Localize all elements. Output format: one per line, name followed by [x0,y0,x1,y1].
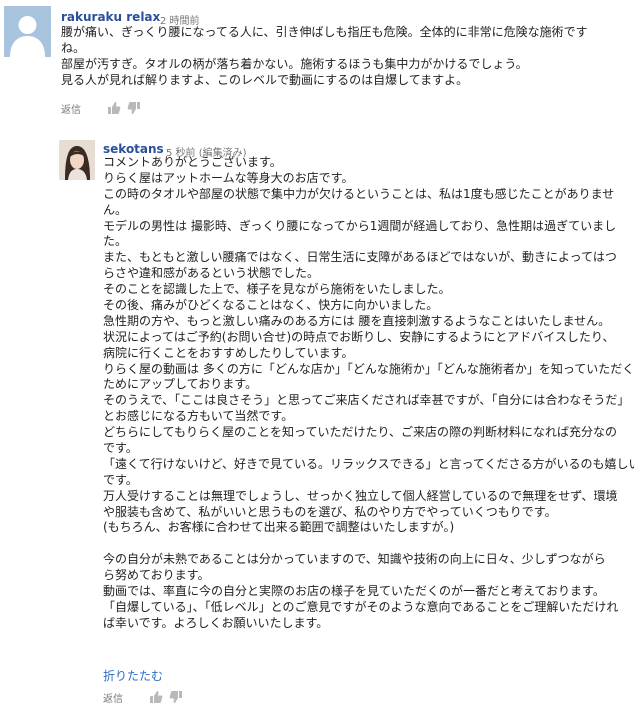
profile-photo-icon [59,140,95,180]
thumbs-up-icon[interactable] [107,101,121,115]
comment-line: モデルの男性は 撮影時、ぎっくり腰になってから1週間が経過しており、急性期は過ぎ… [103,218,617,233]
reply-button[interactable]: 返信 [61,101,81,116]
comment-line: この時のタオルや部屋の状態で集中力が欠けるということは、私は1度も感じたことがあ… [103,186,615,201]
comment-author[interactable]: rakuraku relax [61,10,160,24]
default-user-silhouette-icon [4,6,51,57]
comment-line: また、もともと激しい腰痛ではなく、日常生活に支障があるほどではないが、動きによっ… [103,250,617,265]
reply-button[interactable]: 返信 [103,690,123,705]
comment-line: 状況によってはご予約(お問い合せ)の時点でお断りし、安静にするようにとアドバイス… [103,329,615,344]
comment-line [103,536,634,552]
comment-line: た。 [103,234,128,249]
comment-line: (もちろん、お客様に合わせて出来る範囲で調整はいたしますが。) [103,520,455,535]
comment-line: りらく屋の動画は 多くの方に「どんな店か」「どんな施術か」「どんな施術者か」を知… [103,361,634,376]
comment-body: コメントありがとうございます。 りらく屋はアットホームな等身大のお店です。 この… [103,155,634,632]
user-avatar-icon[interactable] [4,6,51,57]
comment-line: ね。 [61,40,86,55]
comment-line: その後、痛みがひどくなることはなく、快方に向かいました。 [103,298,439,313]
comment-line: ら努めております。 [103,568,210,583]
comment-line: どちらにしてもりらく屋のことを知っていただけたり、ご来店の際の判断材料になれば充… [103,425,617,440]
comment-line: ためにアップしております。 [103,377,258,392]
comment-line: コメントありがとうございます。 [103,155,282,169]
comment-line: です。 [103,472,138,487]
comment-line: や服装も含めて、私がいいと思うものを選び、私のやり方でやっていくつもりです。 [103,504,557,519]
comment-line: ん。 [103,202,128,217]
comment-line: 「自爆している」、「低レベル」とのご意見ですがそのような意向であることをご理解い… [103,599,619,614]
user-avatar-icon[interactable] [59,140,95,180]
thumbs-down-icon[interactable] [169,690,183,704]
comment-body: 腰が痛い、ぎっくり腰になってる人に、引き伸ばしも指圧も危険。全体的に非常に危険な… [61,25,588,89]
comment-line: りらく屋はアットホームな等身大のお店です。 [103,170,354,185]
comment-line: 病院に行くことをおすすめしたりしています。 [103,345,354,360]
comment-line: 「遠くて行けないけど、好きで見ている。リラックスできる」と言ってくださる方がいる… [103,456,634,471]
comment-line: ば幸いです。よろしくお願いいたします。 [103,615,329,630]
comment-line: 急性期の方や、もっと激しい痛みのある方には 腰を直接刺激するようなことはいたしま… [103,313,611,328]
comment-line: とお感じになる方もいて当然です。 [103,409,294,424]
comment-line: らさや違和感があるという状態でした。 [103,266,320,281]
comment-line: そのことを認識した上で、様子を見ながら施術をいたしました。 [103,282,451,297]
thumbs-up-icon[interactable] [149,690,163,704]
comment-rakuraku: rakuraku relax 2 時間前 腰が痛い、ぎっくり腰になってる人に、引… [0,0,634,125]
comment-line: 部屋が汚すぎ。タオルの柄が落ち着かない。施術するほうも集中力がかけるでしょう。 [61,56,528,71]
comment-line: 万人受けすることは無理でしょうし、せっかく独立して個人経営しているので無理をせず… [103,488,618,503]
comment-line: 動画では、率直に今の自分と実際のお店の様子を見ていただくのが一番だと考えておりま… [103,584,605,599]
collapse-link[interactable]: 折りたたむ [103,667,163,684]
comment-line: 今の自分が未熟であることは分かっていますので、知識や技術の向上に日々、少しずつな… [103,552,606,567]
comment-line: 見る人が見れば解りますよ、このレベルで動画にするのは自爆してますよ。 [61,72,469,87]
comment-line: 腰が痛い、ぎっくり腰になってる人に、引き伸ばしも指圧も危険。全体的に非常に危険な… [61,25,588,39]
thumbs-down-icon[interactable] [127,101,141,115]
comment-actions: 返信 [103,690,203,705]
comment-author[interactable]: sekotans [103,142,164,156]
comment-line: です。 [103,441,138,456]
comment-line: そのうえで、「ここは良さそう」と思ってご来店くだされば幸甚ですが、「自分には合わ… [103,393,630,408]
comment-actions: 返信 [61,101,161,116]
